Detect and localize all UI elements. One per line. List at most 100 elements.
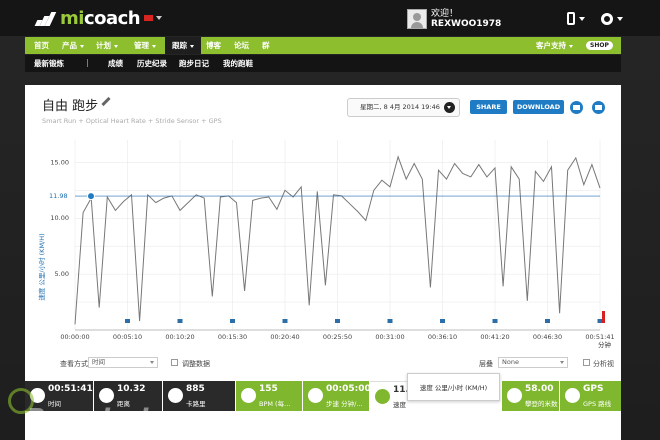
- x-tick-label: 00:05:10: [113, 333, 142, 341]
- nav-item-support[interactable]: 客户支持: [536, 37, 573, 54]
- subnav-item-results[interactable]: 成绩: [108, 55, 123, 72]
- split-marker[interactable]: [335, 319, 340, 323]
- x-tick-label: 00:10:20: [165, 333, 194, 341]
- nav-item-track[interactable]: 跟踪: [165, 37, 201, 54]
- x-tick-label: 00:51:41: [585, 333, 614, 341]
- sub-nav: 最新锻炼 | 成绩 历史纪录 跑步日记 我的跑鞋: [25, 55, 621, 72]
- split-marker[interactable]: [440, 319, 445, 323]
- nav-item-forum[interactable]: 论坛: [234, 37, 249, 54]
- chevron-down-icon[interactable]: [617, 16, 623, 21]
- split-marker[interactable]: [492, 319, 498, 323]
- stat-speed-label: 速度: [393, 401, 406, 409]
- split-marker[interactable]: [282, 319, 288, 323]
- stat-heart-rate-label: BPM (每…: [259, 400, 291, 408]
- phone-icon[interactable]: [567, 12, 575, 25]
- nav-item-group[interactable]: 群: [262, 37, 270, 54]
- heart-icon: [241, 388, 256, 403]
- gps-icon: [565, 388, 580, 403]
- watermark: Runshoio: [26, 404, 169, 434]
- split-label: 分析视: [593, 360, 614, 368]
- subnav-item-latest[interactable]: 最新锻炼: [34, 55, 64, 72]
- stat-elevation[interactable]: 58.00 攀登的米数: [502, 381, 559, 411]
- micoach-logo: micoach: [60, 8, 141, 29]
- stat-elevation-value: 58.00: [525, 384, 554, 394]
- overlay-label: 层叠: [479, 360, 493, 368]
- adidas-logo-icon: [34, 10, 57, 28]
- view-select[interactable]: 时间: [88, 357, 158, 368]
- main-nav: 首页 产品 计划 管理 跟踪 博客 论坛 群 客户支持: [25, 37, 621, 54]
- chart-grid: [74, 140, 601, 331]
- split-checkbox[interactable]: [583, 359, 590, 366]
- stat-pace[interactable]: 00:05:00 步速 分钟/…: [303, 381, 371, 411]
- x-tick-label: 00:41:20: [480, 333, 509, 341]
- x-tick-label: 00:00:00: [60, 333, 89, 341]
- overlay-select[interactable]: None: [498, 357, 568, 368]
- chevron-down-icon[interactable]: [579, 16, 585, 21]
- nav-item-blog[interactable]: 博客: [206, 37, 221, 54]
- view-label: 查看方式: [60, 360, 88, 368]
- x-axis-unit: 分钟: [598, 340, 612, 349]
- subnav-separator: |: [86, 58, 89, 67]
- end-marker[interactable]: [602, 311, 605, 323]
- adjust-label: 调整数据: [182, 360, 210, 368]
- subnav-item-history[interactable]: 历史纪录: [137, 55, 167, 72]
- x-tick-label: 00:46:30: [533, 333, 562, 341]
- x-tick-label: 00:25:50: [323, 333, 352, 341]
- mountain-icon: [507, 388, 522, 403]
- user-menu[interactable]: 欢迎！ REXWOO1978: [407, 9, 501, 29]
- y-tick-label: 15.00: [50, 158, 69, 166]
- brand[interactable]: micoach: [34, 8, 141, 29]
- speed-chart[interactable]: 速度 公里/小时 (KM/H) 15.00 10.00 5.00 00:00:00 0…: [25, 85, 621, 385]
- app-root: micoach 欢迎！ REXWOO1978 首页 产品 计划 管理 跟踪 博客…: [0, 0, 660, 440]
- view-value: 时间: [92, 358, 105, 366]
- stat-heart-rate[interactable]: 155 BPM (每…: [236, 381, 302, 411]
- stat-calories[interactable]: 885 卡路里: [163, 381, 235, 411]
- current-speed-marker[interactable]: [87, 192, 95, 201]
- stat-calories-value: 885: [186, 384, 205, 394]
- pace-icon: [308, 388, 323, 403]
- stat-pace-label: 步速 分钟/…: [326, 400, 363, 408]
- split-marker[interactable]: [387, 319, 393, 323]
- stat-gps-label: GPS 路线: [583, 400, 612, 408]
- distance-icon: [99, 388, 114, 403]
- speed-tooltip: 速度 公里/小时 (KM/H): [407, 373, 500, 401]
- current-speed-value: 11.98: [49, 192, 68, 200]
- avatar[interactable]: [407, 9, 427, 29]
- split-marker[interactable]: [177, 319, 183, 323]
- language-flag-icon[interactable]: [144, 15, 153, 21]
- stat-pace-value: 00:05:00: [326, 384, 371, 394]
- user-greeting: 欢迎！: [431, 9, 459, 19]
- split-marker[interactable]: [545, 319, 550, 323]
- y-tick-label: 10.00: [50, 214, 69, 222]
- stat-gps-value: GPS: [583, 384, 604, 394]
- x-tick-label: 00:20:40: [270, 333, 299, 341]
- nav-item-plans[interactable]: 计划: [96, 37, 118, 54]
- stat-gps[interactable]: GPS GPS 路线: [560, 381, 621, 411]
- stat-heart-rate-value: 155: [259, 384, 278, 394]
- gear-icon[interactable]: [601, 12, 613, 25]
- shop-button[interactable]: SHOP: [586, 41, 613, 50]
- nav-item-home[interactable]: 首页: [34, 37, 49, 54]
- overlay-value: None: [502, 358, 519, 366]
- stat-elevation-label: 攀登的米数: [525, 400, 558, 408]
- split-marker[interactable]: [597, 319, 603, 323]
- subnav-item-diary[interactable]: 跑步日记: [179, 55, 209, 72]
- nav-item-products[interactable]: 产品: [62, 37, 84, 54]
- y-axis-label: 速度 公里/小时 (KM/H): [37, 233, 46, 300]
- x-tick-label: 00:36:10: [428, 333, 457, 341]
- split-marker[interactable]: [230, 319, 235, 323]
- calories-icon: [168, 388, 183, 403]
- x-tick-label: 00:15:30: [218, 333, 247, 341]
- x-tick-label: 00:31:00: [375, 333, 404, 341]
- top-bar: micoach 欢迎！ REXWOO1978: [0, 0, 660, 36]
- adjust-checkbox[interactable]: [171, 359, 178, 366]
- subnav-item-shoes[interactable]: 我的跑鞋: [223, 55, 253, 72]
- user-name: REXWOO1978: [431, 19, 502, 29]
- speed-icon: [375, 389, 390, 404]
- chevron-down-icon[interactable]: [156, 16, 162, 20]
- y-tick-label: 5.00: [55, 270, 69, 278]
- split-marker[interactable]: [125, 319, 130, 323]
- nav-item-manage[interactable]: 管理: [134, 37, 156, 54]
- stat-time-value: 00:51:41: [48, 384, 93, 394]
- stat-calories-label: 卡路里: [186, 400, 206, 408]
